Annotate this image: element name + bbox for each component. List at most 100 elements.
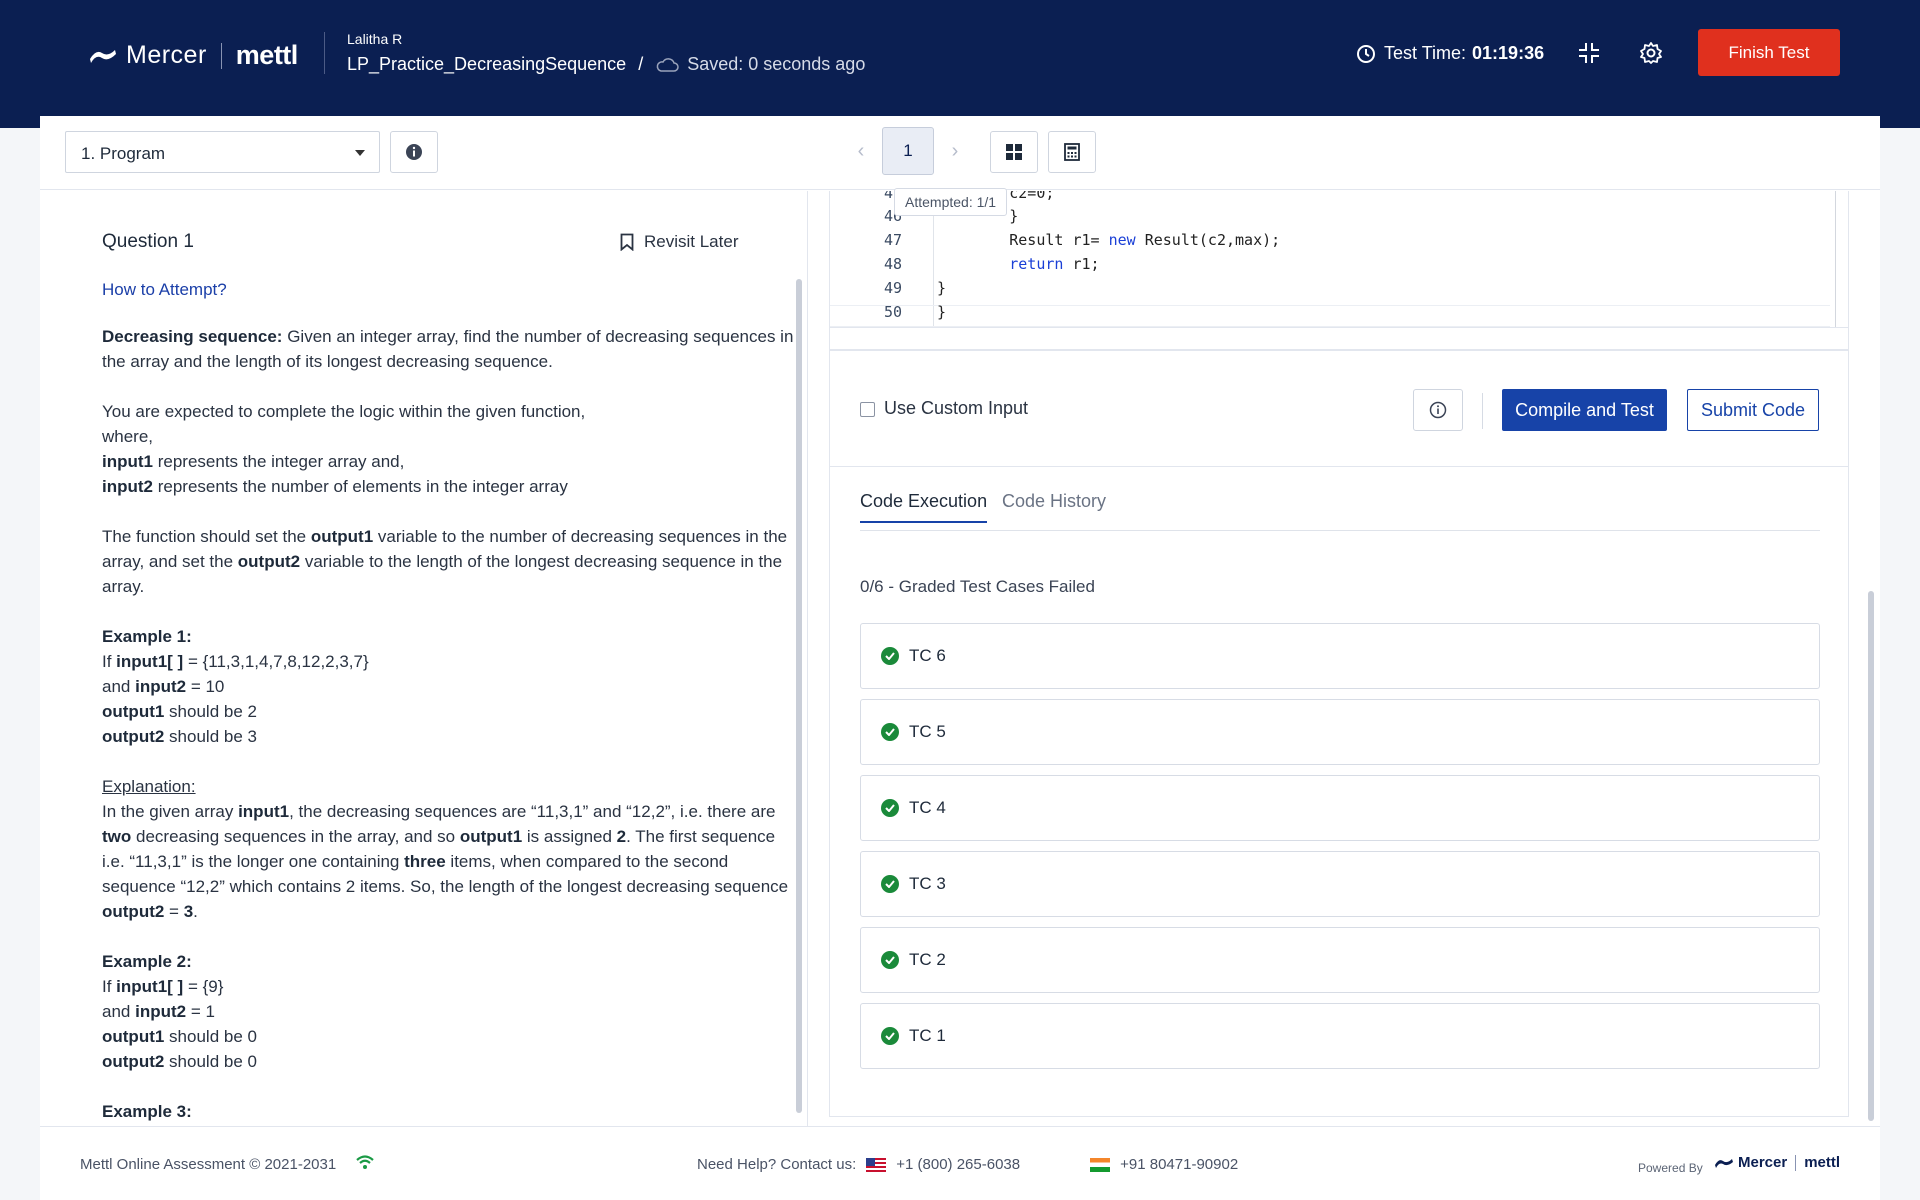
india-flag-icon — [1090, 1157, 1111, 1172]
ex2-text: should be 0 — [164, 1052, 257, 1071]
line-number: 45 — [883, 191, 902, 202]
pagination: ‹ 1 › — [840, 127, 976, 175]
example-3: Example 3: — [102, 1099, 802, 1124]
example-1-title: Example 1: — [102, 627, 192, 646]
question-info-button[interactable] — [390, 131, 438, 173]
calculator-button[interactable] — [1048, 131, 1096, 173]
grid-view-button[interactable] — [990, 131, 1038, 173]
test-info: LP_Practice_DecreasingSequence / Saved: … — [347, 54, 865, 75]
test-case-row[interactable]: TC 6 — [860, 623, 1820, 689]
code-text: Result(c2,max); — [1135, 231, 1281, 249]
top-header: Mercer mettl Lalitha R LP_Practice_Decre… — [0, 0, 1920, 128]
action-bar: Use Custom Input Compile and Test Submit… — [829, 350, 1849, 467]
mercer-logo-icon — [90, 49, 116, 63]
brand-logo: Mercer mettl — [88, 40, 298, 71]
grid-icon — [1006, 144, 1022, 160]
test-case-label: TC 1 — [909, 1026, 946, 1045]
results-panel: Code Execution Code History 0/6 - Graded… — [829, 467, 1849, 1117]
ex1-text: = {11,3,1,4,7,8,12,2,3,7} — [183, 652, 369, 671]
expl-text: decreasing sequences in the array, and s… — [131, 827, 460, 846]
expl-text: , the decreasing sequences are “11,3,1” … — [289, 802, 776, 821]
editor-scrollbar[interactable] — [1835, 191, 1836, 327]
main-card: 1. Program ‹ 1 › Attempted: 1/1 Question… — [40, 116, 1880, 1200]
test-case-row[interactable]: TC 5 — [860, 699, 1820, 765]
tab-code-execution[interactable]: Code Execution — [860, 491, 988, 523]
question-scrollbar[interactable] — [796, 279, 802, 1113]
question-panel: Question 1 Revisit Later How to Attempt?… — [40, 191, 808, 1126]
ex1-term: input2 — [135, 677, 187, 696]
footer-mercer: Mercer — [1738, 1154, 1788, 1171]
expl-text: In the given array — [102, 802, 239, 821]
finish-test-button[interactable]: Finish Test — [1698, 29, 1840, 76]
ex1-text: If — [102, 652, 117, 671]
test-case-row[interactable]: TC 3 — [860, 851, 1820, 917]
compile-info-button[interactable] — [1413, 389, 1463, 431]
code-text: r1; — [1063, 255, 1100, 273]
copyright-text: Mettl Online Assessment © 2021-2031 — [80, 1156, 337, 1173]
question-title: Question 1 — [102, 231, 194, 252]
test-case-label: TC 2 — [909, 950, 946, 969]
ex2-text: = {9} — [183, 977, 224, 996]
input2-desc: represents the number of elements in the… — [153, 477, 568, 496]
expl-term: 3 — [183, 902, 194, 921]
phone-in[interactable]: +91 80471-90902 — [1120, 1156, 1238, 1173]
question-select[interactable]: 1. Program — [65, 131, 380, 173]
example-2: Example 2: If input1[ ] = {9} and input2… — [102, 949, 802, 1074]
results-scrollbar[interactable] — [1868, 591, 1874, 1121]
footer-brand-separator — [1795, 1154, 1797, 1171]
input2-term: input2 — [102, 477, 153, 496]
ex1-text: should be 3 — [164, 727, 257, 746]
compile-and-test-button[interactable]: Compile and Test — [1502, 389, 1667, 431]
test-separator: / — [638, 54, 644, 74]
revisit-later-button[interactable]: Revisit Later — [620, 232, 738, 252]
output-paragraph: The function should set the output1 vari… — [102, 524, 802, 599]
function-line-2: where, — [102, 427, 154, 446]
results-summary: 0/6 - Graded Test Cases Failed — [860, 577, 1095, 596]
powered-by-label: Powered By — [1638, 1161, 1703, 1175]
ex1-term: input1[ ] — [116, 652, 184, 671]
help-label: Need Help? Contact us: — [697, 1156, 857, 1173]
us-flag-icon — [866, 1157, 887, 1172]
code-keyword: return — [1009, 255, 1064, 273]
results-tabs: Code Execution Code History — [860, 491, 1820, 531]
prev-page-icon[interactable]: ‹ — [840, 140, 882, 163]
minimize-icon[interactable] — [1576, 40, 1602, 66]
expl-term: output2 — [102, 902, 165, 921]
phone-us[interactable]: +1 (800) 265-6038 — [896, 1156, 1020, 1173]
example-2-title: Example 2: — [102, 952, 192, 971]
code-text: Result r1= — [937, 231, 1109, 249]
submit-code-button[interactable]: Submit Code — [1687, 389, 1819, 431]
output2-term: output2 — [237, 552, 301, 571]
page-footer: Mettl Online Assessment © 2021-2031 Need… — [40, 1126, 1880, 1200]
ex2-term: output1 — [102, 1027, 165, 1046]
ex2-text: If — [102, 977, 117, 996]
page-1-button[interactable]: 1 — [882, 127, 934, 175]
test-case-row[interactable]: TC 4 — [860, 775, 1820, 841]
mercer-logo-icon — [1715, 1158, 1733, 1168]
ex1-term: output2 — [102, 727, 165, 746]
ex2-term: output2 — [102, 1052, 165, 1071]
settings-icon[interactable] — [1638, 40, 1664, 66]
info-icon — [1429, 401, 1447, 419]
attempted-tooltip: Attempted: 1/1 — [894, 188, 1008, 216]
explanation: Explanation: In the given array input1, … — [102, 774, 802, 924]
expl-term: three — [404, 852, 446, 871]
test-case-row[interactable]: TC 1 — [860, 1003, 1820, 1069]
code-line: } — [937, 303, 947, 321]
function-line-1: You are expected to complete the logic w… — [102, 402, 586, 421]
ex1-term: output1 — [102, 702, 165, 721]
ex2-text: should be 0 — [164, 1027, 257, 1046]
tab-code-history[interactable]: Code History — [1002, 491, 1106, 521]
brand-mercer: Mercer — [126, 41, 207, 69]
custom-input-checkbox[interactable] — [860, 402, 875, 417]
pane-divider[interactable] — [807, 191, 808, 1126]
check-circle-icon — [881, 1027, 899, 1045]
line-number: 49 — [883, 279, 902, 297]
ex1-text: and — [102, 677, 136, 696]
code-keyword: new — [1108, 231, 1136, 249]
test-case-row[interactable]: TC 2 — [860, 927, 1820, 993]
custom-input-label[interactable]: Use Custom Input — [884, 398, 1028, 419]
next-page-icon[interactable]: › — [934, 140, 976, 163]
how-to-attempt-link[interactable]: How to Attempt? — [102, 280, 227, 300]
code-line: } — [937, 279, 947, 297]
